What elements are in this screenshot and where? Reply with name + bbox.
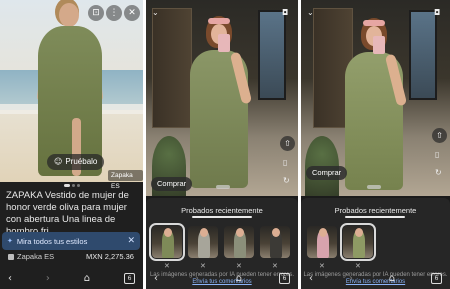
product-title[interactable]: ZAPAKA Vestido de mujer de honor verde o… (6, 190, 140, 238)
image-indicator (367, 185, 381, 189)
tab-underline (192, 216, 252, 218)
camera-icon[interactable]: ◘ (282, 8, 288, 17)
model-head (59, 3, 79, 27)
forward-arrow-icon[interactable]: › (349, 273, 353, 284)
tabs-icon[interactable]: 6 (123, 272, 135, 284)
browser-navbar: ‹ › ⌂ 6 (0, 267, 143, 289)
more-vert-icon[interactable]: ⋮ (106, 5, 122, 21)
sheet-title: Probados recientemente (181, 206, 263, 215)
styles-banner[interactable]: ✦ Mira todos tus estilos ✕ (2, 232, 140, 250)
thumb-head (272, 228, 280, 237)
bookmark-icon[interactable]: ⊡ (88, 5, 104, 21)
buy-button[interactable]: Comprar (306, 166, 348, 180)
back-arrow-icon[interactable]: ‹ (8, 273, 12, 284)
home-icon[interactable]: ⌂ (389, 273, 395, 284)
refresh-icon[interactable]: ↻ (435, 168, 442, 177)
sheet-title: Probados recientemente (334, 206, 417, 215)
thumb-head (355, 228, 363, 237)
door (152, 8, 192, 128)
refresh-icon[interactable]: ↻ (283, 176, 290, 185)
thumbnail[interactable] (224, 226, 254, 258)
thumbnail[interactable] (307, 226, 337, 258)
share-icon[interactable]: ⇧ (280, 136, 295, 151)
try-on-panel-2: ⌄ ◘ ⇧ ▯ ↻ Comprar Probados recientemente… (301, 0, 450, 289)
browser-navbar: ‹ › ⌂ 6 (301, 267, 450, 289)
tabs-icon[interactable]: 6 (430, 272, 442, 284)
try-on-image[interactable] (146, 0, 298, 196)
source-badge[interactable]: Zapaka ES (108, 170, 143, 190)
home-icon[interactable]: ⌂ (236, 273, 242, 284)
thumbnail-strip (149, 223, 290, 261)
phone (373, 36, 385, 54)
chevron-down-icon[interactable]: ⌄ (307, 8, 314, 17)
window (258, 10, 286, 100)
product-panel: ⊡ ⋮ ✕ ☺ Pruébalo Zapaka ES ZAPAKA Vestid… (0, 0, 143, 289)
close-icon[interactable]: ✕ (124, 5, 140, 21)
try-on-icon: ☺ (54, 157, 63, 166)
thumb-head (200, 228, 208, 237)
image-indicator (216, 185, 230, 189)
forward-arrow-icon[interactable]: › (46, 273, 50, 284)
sparkle-icon: ✦ (7, 237, 13, 245)
bookmark-icon[interactable]: ▯ (283, 158, 287, 167)
merchant-name: Zapaka ES (17, 252, 55, 261)
home-icon[interactable]: ⌂ (84, 273, 90, 284)
carousel-dots (64, 184, 80, 187)
window (409, 10, 437, 100)
close-icon[interactable]: ✕ (127, 236, 135, 246)
try-on-button[interactable]: ☺ Pruébalo (47, 154, 105, 170)
try-on-panel-1: ⌄ ◘ ⇧ ▯ ↻ Comprar Probados recientemente… (146, 0, 298, 289)
share-icon[interactable]: ⇧ (432, 128, 447, 143)
phone (218, 34, 230, 52)
bookmark-icon[interactable]: ▯ (435, 150, 439, 159)
back-arrow-icon[interactable]: ‹ (154, 273, 158, 284)
tab-underline (345, 216, 405, 218)
thumbnail[interactable] (340, 223, 376, 261)
buy-button[interactable]: Comprar (151, 177, 193, 191)
thumbnail[interactable] (188, 226, 218, 258)
thumbnail[interactable] (260, 226, 290, 258)
try-on-label: Pruébalo (65, 157, 98, 166)
thumb-head (236, 228, 244, 237)
thumb-head (319, 228, 327, 237)
thumbnail[interactable] (149, 223, 185, 261)
price: MXN 2,275.36 (86, 252, 134, 261)
thumb-head (164, 228, 172, 237)
store-icon (8, 253, 14, 260)
chevron-down-icon[interactable]: ⌄ (152, 8, 159, 17)
forward-arrow-icon[interactable]: › (195, 273, 199, 284)
back-arrow-icon[interactable]: ‹ (309, 273, 313, 284)
camera-icon[interactable]: ◘ (434, 8, 440, 17)
banner-label: Mira todos tus estilos (16, 236, 88, 246)
thumbnail-strip (307, 223, 376, 261)
tabs-icon[interactable]: 6 (278, 272, 290, 284)
browser-navbar: ‹ › ⌂ 6 (146, 267, 298, 289)
merchant[interactable]: Zapaka ES (8, 252, 54, 261)
